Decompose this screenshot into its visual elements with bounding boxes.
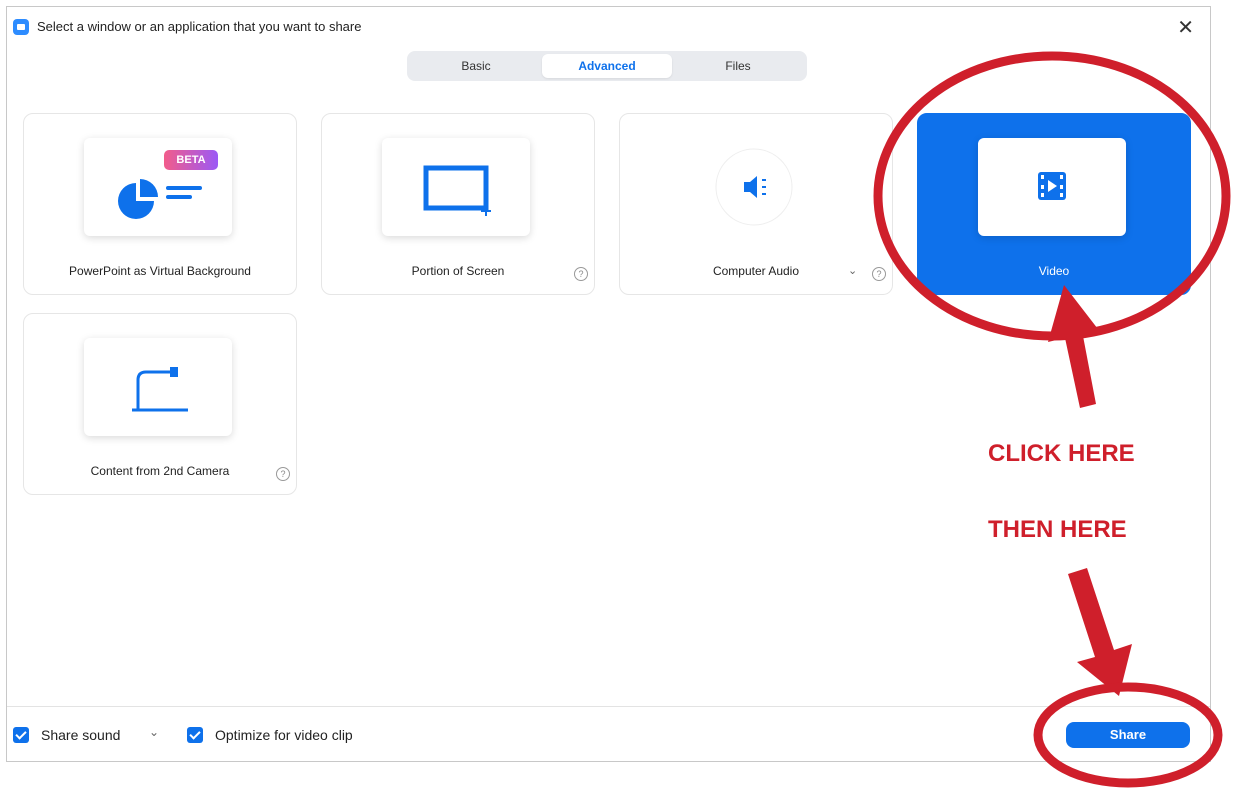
click-here-annotation: CLICK HERE [988, 440, 1135, 467]
video-highlight-ellipse [873, 51, 1231, 341]
then-here-annotation: THEN HERE [988, 516, 1127, 543]
arrow-up-icon [1048, 285, 1101, 408]
arrow-down-icon [1068, 568, 1132, 696]
share-highlight-ellipse [1033, 682, 1223, 788]
annotation-overlay [873, 51, 1231, 788]
